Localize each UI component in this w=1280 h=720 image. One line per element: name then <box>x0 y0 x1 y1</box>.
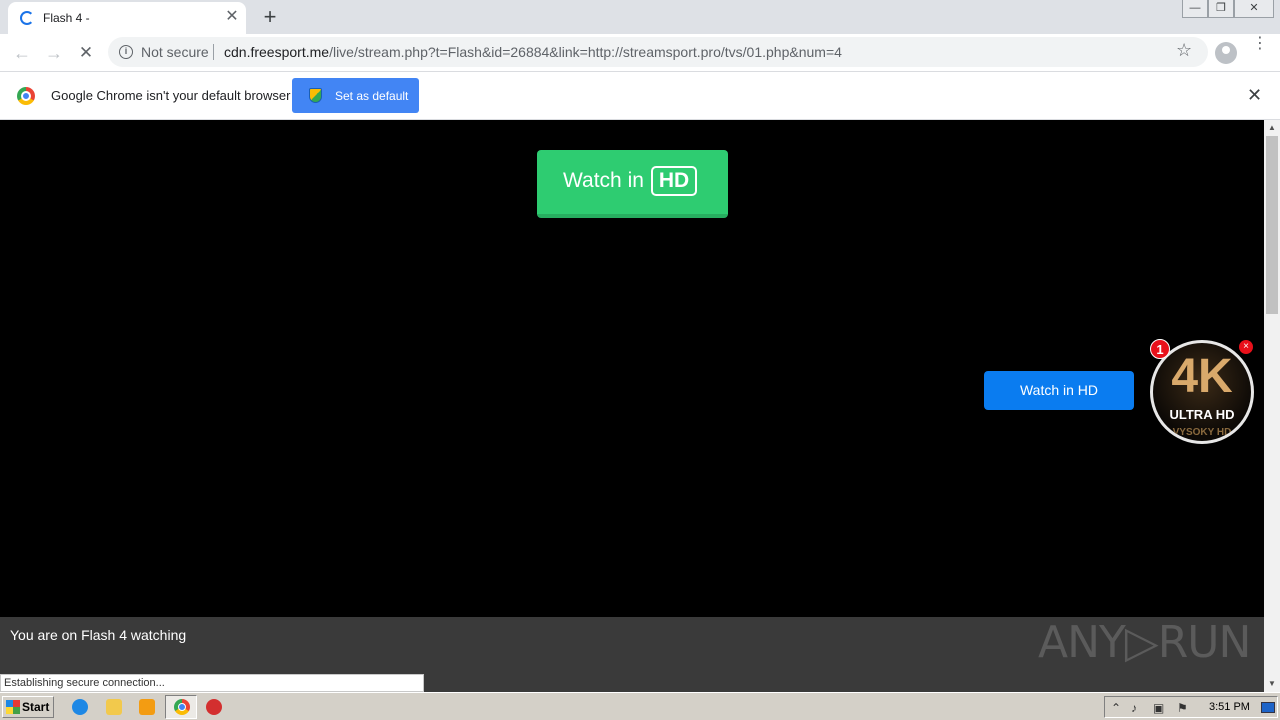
scroll-down-icon[interactable]: ▼ <box>1264 676 1280 692</box>
new-tab-button[interactable]: + <box>256 4 284 30</box>
anyrun-watermark-text: ANY▷RUN <box>1038 617 1251 668</box>
footer-text: You are on Flash 4 watching <box>10 627 187 643</box>
omnibox-divider <box>213 44 214 60</box>
anyrun-watermark: ANY▷RUN <box>1038 617 1251 675</box>
chrome-logo-icon <box>17 87 35 105</box>
taskbar-chrome-button[interactable] <box>165 695 197 719</box>
page-scrollbar[interactable]: ▲ ▼ <box>1264 120 1280 692</box>
watch-in-hd-big-button[interactable]: Watch in HD <box>537 150 728 218</box>
stop-loading-button[interactable]: ✕ <box>72 39 100 67</box>
internet-explorer-icon[interactable] <box>72 699 88 715</box>
start-button[interactable]: Start <box>2 696 54 718</box>
status-bubble: Establishing secure connection... <box>0 674 424 692</box>
address-bar[interactable]: i Not secure cdn.freesport.me/live/strea… <box>108 37 1208 67</box>
windows-logo-icon <box>6 700 20 714</box>
window-close-button[interactable]: ✕ <box>1234 0 1274 18</box>
ultra-hd-label: ULTRA HD <box>1169 407 1235 422</box>
info-icon[interactable]: i <box>119 45 133 59</box>
opera-icon[interactable] <box>206 699 222 715</box>
file-explorer-icon[interactable] <box>106 699 122 715</box>
browser-toolbar: ← → ✕ i Not secure cdn.freesport.me/live… <box>0 34 1280 72</box>
set-as-default-button[interactable]: Set as default <box>292 78 419 113</box>
network-icon[interactable]: ▣ <box>1153 701 1164 715</box>
tab-title: Flash 4 - <box>43 11 90 25</box>
bookmark-star-icon[interactable]: ☆ <box>1176 40 1192 61</box>
browser-menu-icon[interactable]: ⋮ <box>1252 36 1268 64</box>
security-label[interactable]: Not secure <box>141 44 209 60</box>
scroll-thumb[interactable] <box>1266 136 1278 314</box>
hd-badge: HD <box>651 166 697 196</box>
promo-close-icon[interactable]: × <box>1239 340 1253 354</box>
back-button[interactable]: ← <box>8 39 36 67</box>
volume-icon[interactable]: ♪ <box>1131 701 1137 715</box>
profile-avatar-icon[interactable] <box>1215 42 1237 64</box>
url-text[interactable]: cdn.freesport.me/live/stream.php?t=Flash… <box>224 44 842 60</box>
media-player-icon[interactable] <box>139 699 155 715</box>
page-content: Watch in HD Watch in HD 4K ULTRA HD VYSO… <box>0 120 1264 617</box>
notification-badge: 1 <box>1150 339 1170 359</box>
watch-in-hd-small-button[interactable]: Watch in HD <box>984 371 1134 410</box>
windows-taskbar: Start ⌃ ♪ ▣ ⚑ 3:51 PM <box>0 692 1280 720</box>
clock[interactable]: 3:51 PM <box>1209 701 1250 713</box>
forward-button[interactable]: → <box>40 39 68 67</box>
watch-in-label: Watch in <box>563 169 644 192</box>
show-desktop-icon[interactable] <box>1261 702 1275 713</box>
restore-button[interactable]: ❐ <box>1208 0 1234 18</box>
url-path: /live/stream.php?t=Flash&id=26884&link=h… <box>329 44 842 60</box>
action-center-flag-icon[interactable]: ⚑ <box>1177 701 1188 715</box>
scroll-up-icon[interactable]: ▲ <box>1264 120 1280 136</box>
infobar-message: Google Chrome isn't your default browser <box>51 88 291 103</box>
tab-strip: Flash 4 - ✕ + — ❐ ✕ <box>0 0 1280 34</box>
shield-icon <box>309 88 322 103</box>
url-host: cdn.freesport.me <box>224 44 330 60</box>
chrome-icon <box>174 699 190 715</box>
start-label: Start <box>22 700 50 714</box>
set-as-default-label: Set as default <box>335 89 409 103</box>
4k-label: 4K <box>1171 350 1233 403</box>
infobar-close-icon[interactable]: ✕ <box>1247 85 1262 106</box>
tab-close-icon[interactable]: ✕ <box>224 8 240 26</box>
system-tray: ⌃ ♪ ▣ ⚑ 3:51 PM <box>1104 696 1278 718</box>
loading-spinner-icon <box>20 11 34 25</box>
minimize-button[interactable]: — <box>1182 0 1208 18</box>
default-browser-infobar: Google Chrome isn't your default browser… <box>0 72 1280 120</box>
vysoky-hd-label: VYSOKY HD <box>1172 427 1232 438</box>
tray-expand-icon[interactable]: ⌃ <box>1111 701 1121 715</box>
browser-tab[interactable]: Flash 4 - ✕ <box>8 2 246 34</box>
